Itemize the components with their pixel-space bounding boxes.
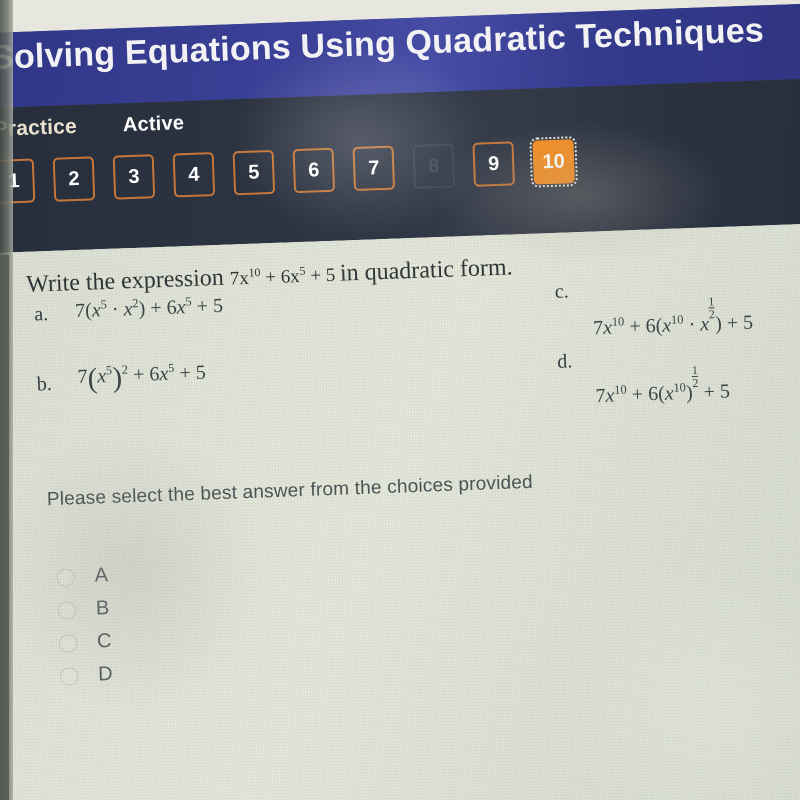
tab-active[interactable]: Active xyxy=(123,112,185,137)
question-button-6[interactable]: 6 xyxy=(292,147,336,194)
question-stem: Write the expression 7x10 + 6x5 + 5 in q… xyxy=(26,254,513,298)
question-button-3[interactable]: 3 xyxy=(112,154,156,200)
question-button-9[interactable]: 9 xyxy=(472,141,515,187)
question-button-5[interactable]: 5 xyxy=(232,149,276,196)
question-button-8: 8 xyxy=(412,143,456,189)
answer-prompt: Please select the best answer from the c… xyxy=(46,471,534,511)
choice-row-a[interactable]: A xyxy=(56,559,110,594)
question-expression: 7x10 + 6x5 + 5 xyxy=(229,265,340,290)
question-suffix: in quadratic form. xyxy=(339,254,513,287)
choice-letter-c: C xyxy=(96,630,112,653)
option-c-expression[interactable]: 7x10 + 6(x10 · x 1 2) + 5 xyxy=(592,294,754,340)
answer-choice-list: A B C D xyxy=(56,559,113,693)
expr-exp1: 10 xyxy=(248,266,261,280)
radio-button-icon-a[interactable] xyxy=(56,567,76,587)
option-a-expression[interactable]: 7(x5 · x2) + 6x5 + 5 xyxy=(75,294,224,323)
question-button-7[interactable]: 7 xyxy=(352,145,396,192)
choice-row-c[interactable]: C xyxy=(58,625,112,660)
option-d-expression[interactable]: 7x10 + 6(x10) 1 2 + 5 xyxy=(595,363,731,408)
question-prefix: Write the expression xyxy=(25,264,225,298)
radio-button-icon-b[interactable] xyxy=(57,600,77,620)
expr-term3: + 5 xyxy=(309,264,336,287)
choice-letter-d: D xyxy=(97,662,114,686)
expr-term1: 7x xyxy=(229,267,250,290)
choice-letter-a: A xyxy=(94,564,109,587)
question-button-4[interactable]: 4 xyxy=(172,152,216,198)
tab-row: Practice Active xyxy=(0,111,185,142)
option-b-label: b. xyxy=(36,372,53,396)
radio-button-icon-c[interactable] xyxy=(58,633,78,653)
photo-left-shadow xyxy=(0,255,9,800)
option-d-label: d. xyxy=(556,350,573,373)
expr-term2: + 6x xyxy=(264,266,301,289)
photographed-screen: Solving Equations Using Quadratic Techni… xyxy=(0,0,800,800)
expr-exp2: 5 xyxy=(299,264,306,278)
option-b-expression[interactable]: 7(x5)2 + 6x5 + 5 xyxy=(77,361,206,395)
question-button-2[interactable]: 2 xyxy=(52,156,96,202)
screen-surface: Solving Equations Using Quadratic Techni… xyxy=(0,0,800,800)
choice-letter-b: B xyxy=(95,597,110,620)
question-content-area: Write the expression 7x10 + 6x5 + 5 in q… xyxy=(0,221,800,800)
quiz-navigation-bar: Practice Active 1 2 3 4 5 6 7 8 9 10 xyxy=(0,76,800,254)
choice-row-b[interactable]: B xyxy=(57,592,111,627)
choice-row-d[interactable]: D xyxy=(59,658,114,693)
option-c-label: c. xyxy=(554,280,570,303)
radio-button-icon-d[interactable] xyxy=(59,666,79,686)
question-number-buttons: 1 2 3 4 5 6 7 8 9 10 xyxy=(0,136,579,204)
question-button-10[interactable]: 10 xyxy=(529,136,579,188)
option-a-label: a. xyxy=(33,303,49,326)
